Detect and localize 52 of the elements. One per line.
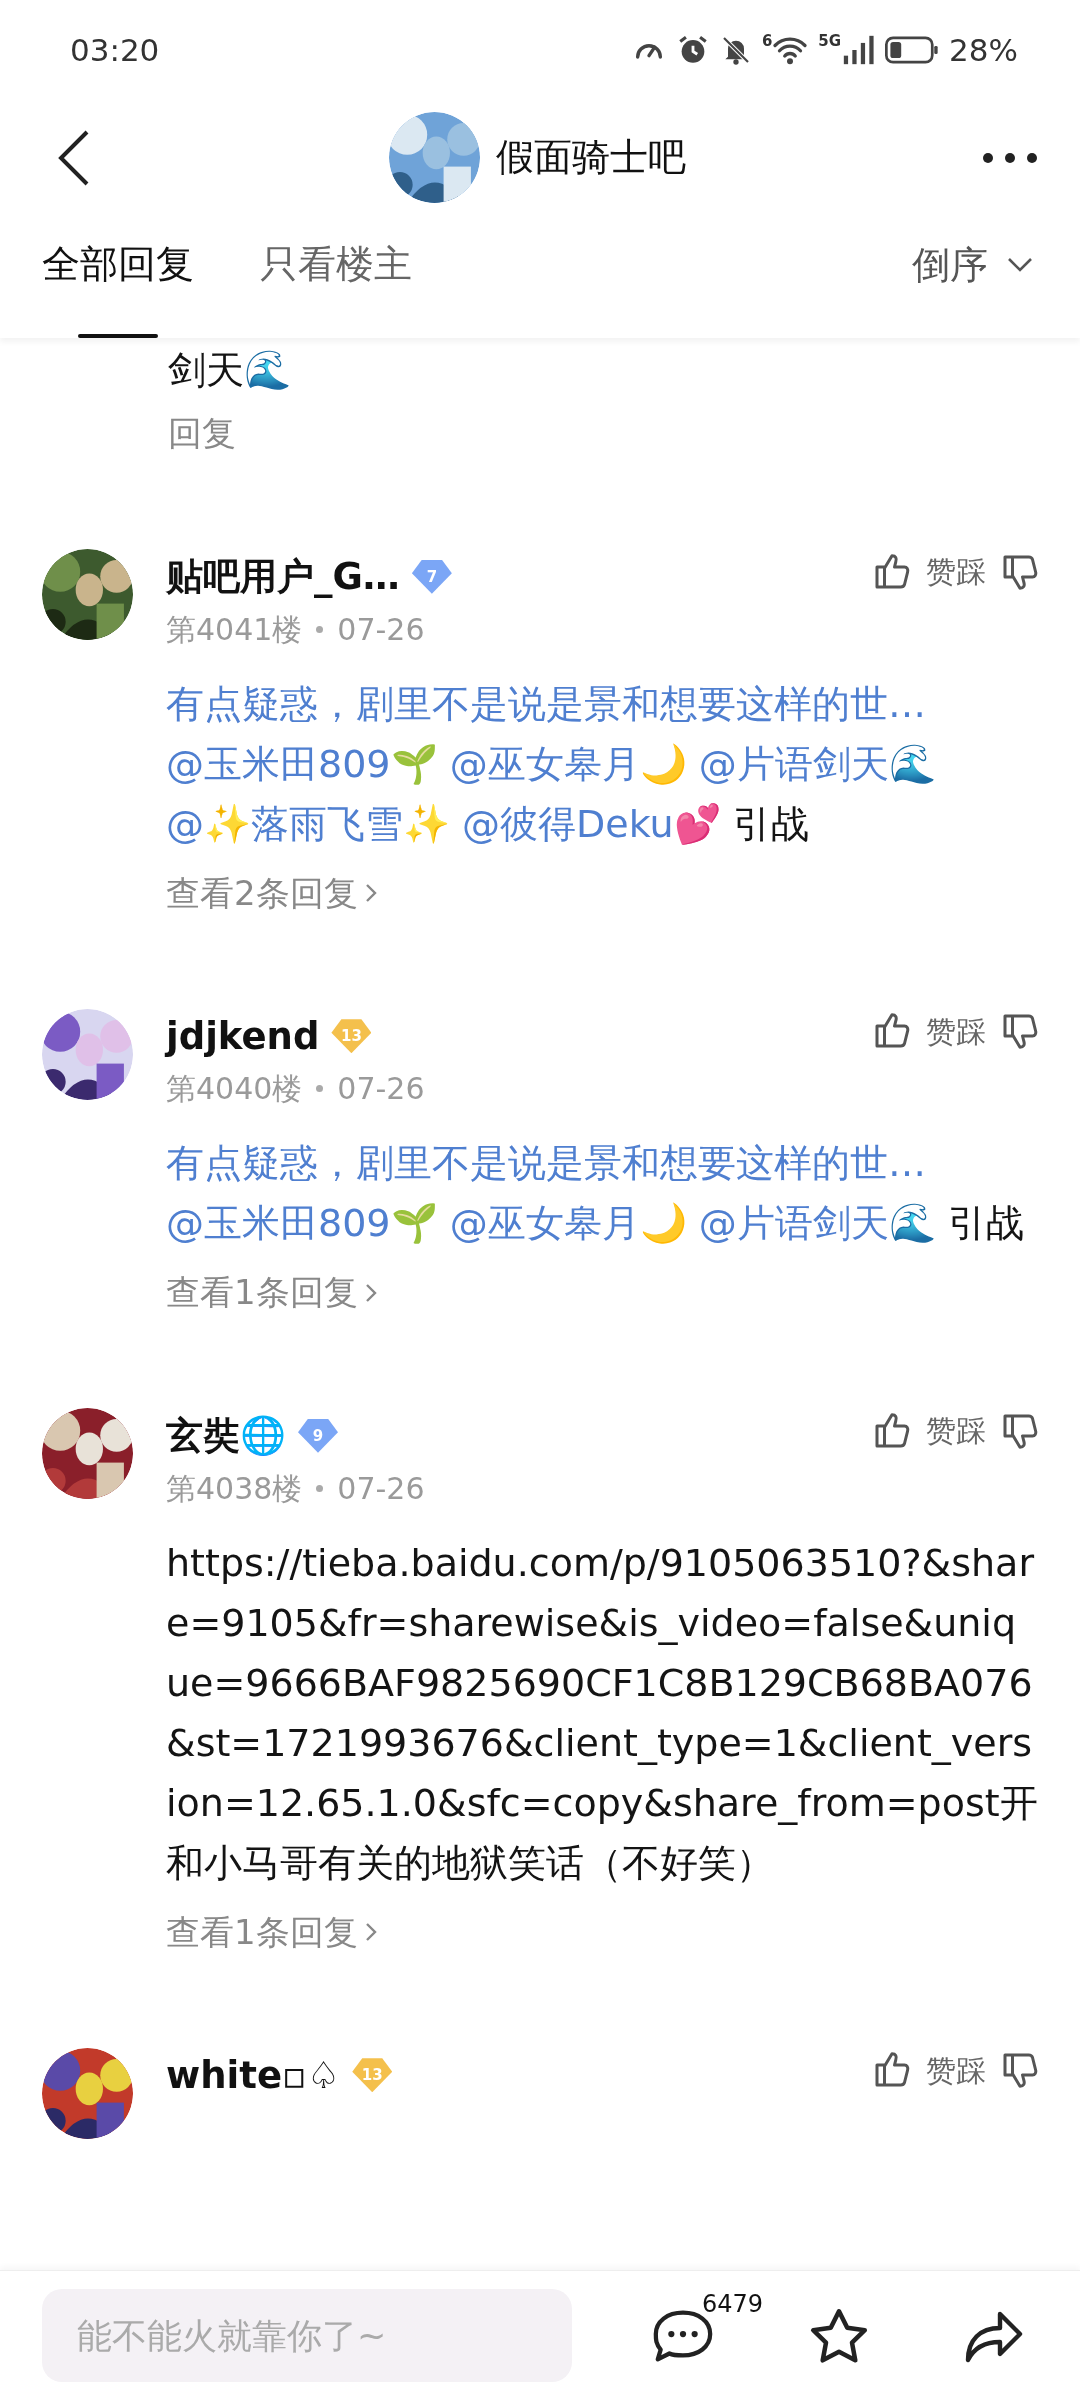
mention-link[interactable]: @玉米田809🌱 [166, 741, 438, 786]
forum-title: 假面骑士吧 [496, 134, 686, 181]
floor-number: 第4038楼 [166, 1469, 303, 1508]
username[interactable]: 玄奘🌐 [166, 1408, 286, 1464]
clock-time: 03:20 [70, 30, 160, 70]
username[interactable]: jdjkend [166, 1008, 320, 1064]
post-text: 有点疑惑，剧里不是说是景和想要这样的世… @玉米田809🌱 @巫女皋月🌙 @片语剑天🌊 @✨落雨飞雪✨ @彼得Deku💕 引战 [166, 680, 937, 848]
mention-link[interactable]: @彼得Deku💕 [462, 801, 721, 846]
post-date: 07-26 [337, 1469, 425, 1508]
level-badge: 9 [298, 1418, 338, 1453]
mention-link[interactable]: @片语剑天🌊 [698, 741, 936, 786]
quote-link[interactable]: 有点疑惑，剧里不是说是景和想要这样的世… [166, 681, 926, 726]
signal-icon [841, 34, 876, 66]
reply-text: 剑天🌊 [168, 347, 291, 394]
level-badge: 7 [411, 559, 452, 594]
post-text: 有点疑惑，剧里不是说是景和想要这样的世… @玉米田809🌱 @巫女皋月🌙 @片语剑天🌊 引战 [166, 1140, 1025, 1247]
post-date: 07-26 [337, 610, 425, 649]
wifi-label: 6 [761, 34, 773, 49]
tab[interactable]: 全部回复 [42, 215, 194, 338]
floor-number: 第4041楼 [166, 610, 303, 649]
sort-dropdown[interactable]: 倒序 [906, 215, 1040, 338]
vote-label: 赞踩 [926, 1412, 986, 1450]
mention-link[interactable]: @巫女皋月🌙 [449, 741, 687, 786]
comment-input-field[interactable]: 能不能火就靠你了~ [42, 2289, 572, 2382]
mention-link[interactable]: @巫女皋月🌙 [449, 1201, 687, 1245]
battery-icon [885, 35, 940, 65]
separator-dot [316, 625, 324, 633]
post-text: https://tieba.baidu.com/p/9105063510?&share=9105&fr=sharewise&is_video=false&unique=9666BAF9825690CF1C8B129CB68BA076&st=1721993676&client_type=1&client_version=12.65.1.0&sfc=copy&share_from=post开和小马哥有关的地狱笑话（不好笑） [166, 1539, 1039, 1887]
username[interactable]: 贴吧用户_G… [166, 549, 400, 605]
post-date: 07-26 [337, 1070, 425, 1108]
network-label: 5G [818, 34, 842, 49]
separator-dot [316, 1085, 324, 1092]
vote-label: 赞踩 [926, 553, 986, 591]
view-replies-link[interactable]: 查看2条回复 [166, 867, 378, 919]
level-badge: 13 [331, 1019, 372, 1054]
username[interactable]: white▫♤ [166, 2047, 341, 2103]
vote-label: 赞踩 [926, 1012, 986, 1051]
reply-link[interactable]: 回复 [168, 408, 236, 459]
separator-dot [316, 1484, 324, 1492]
quote-link[interactable]: 有点疑惑，剧里不是说是景和想要这样的世… [166, 1141, 926, 1185]
mention-link[interactable]: @✨落雨飞雪✨ [166, 801, 450, 846]
floor-number: 第4040楼 [166, 1070, 303, 1108]
chevron-down-icon [1006, 256, 1034, 274]
vote-label: 赞踩 [926, 2051, 986, 2090]
level-badge: 13 [352, 2058, 393, 2093]
battery-level: 28% [949, 30, 1018, 70]
comment-count: 6479 [702, 2288, 764, 2320]
view-replies-link[interactable]: 查看1条回复 [166, 1267, 378, 1318]
tab[interactable]: 只看楼主 [260, 215, 412, 338]
mention-link[interactable]: @片语剑天🌊 [698, 1201, 936, 1245]
view-replies-link[interactable]: 查看1条回复 [166, 1906, 378, 1958]
mention-link[interactable]: @玉米田809🌱 [166, 1201, 438, 1245]
